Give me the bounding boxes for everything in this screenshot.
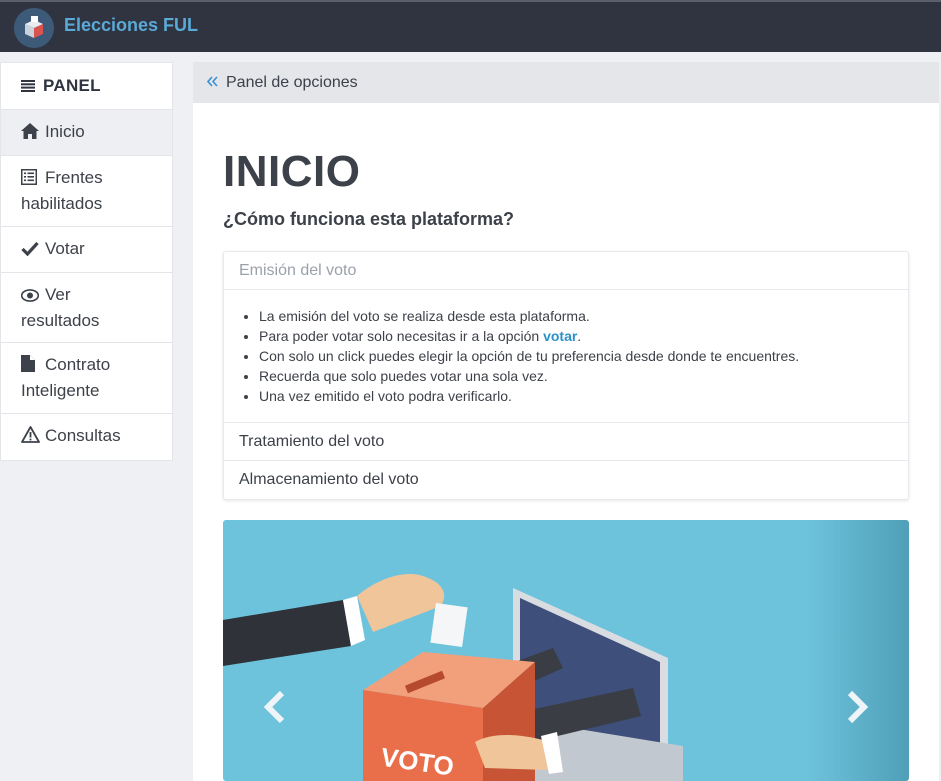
sidebar-item-votar[interactable]: Votar bbox=[1, 227, 172, 273]
list-item-text: Para poder votar solo necesitas ir a la … bbox=[259, 328, 540, 344]
chevron-left-icon[interactable] bbox=[263, 690, 287, 724]
list-item: Recuerda que solo puedes votar una sola … bbox=[259, 366, 893, 386]
image-carousel[interactable]: VOTO bbox=[223, 520, 909, 781]
page-title: INICIO bbox=[223, 147, 361, 196]
sidebar-item-ver-resultados[interactable]: Ver resultados bbox=[1, 273, 172, 343]
check-icon bbox=[21, 239, 41, 263]
carousel-prev-button[interactable] bbox=[263, 690, 287, 724]
sidebar-item-label: Inicio bbox=[45, 122, 85, 141]
list-item: Una vez emitido el voto podra verificarl… bbox=[259, 386, 893, 406]
page-subtitle: ¿Cómo funciona esta plataforma? bbox=[223, 209, 515, 229]
sidebar-item-label: Votar bbox=[45, 239, 85, 258]
accordion-header-almacenamiento[interactable]: Almacenamiento del voto bbox=[224, 461, 908, 499]
breadcrumb[interactable]: Panel de opciones bbox=[193, 62, 939, 103]
carousel-next-button[interactable] bbox=[845, 690, 869, 724]
warning-icon bbox=[21, 426, 41, 450]
faq-accordion: Emisión del voto La emisión del voto se … bbox=[223, 251, 909, 500]
sidebar-header-label: PANEL bbox=[43, 76, 101, 95]
sidebar-item-frentes[interactable]: Frentes habilitados bbox=[1, 156, 172, 227]
sidebar: PANEL Inicio Frentes habilitados Votar V… bbox=[0, 62, 173, 461]
list-alt-icon bbox=[21, 168, 41, 192]
sidebar-item-inicio[interactable]: Inicio bbox=[1, 110, 172, 156]
list-icon bbox=[21, 80, 35, 92]
accordion-header-emision[interactable]: Emisión del voto bbox=[224, 252, 908, 290]
ballot-box-logo[interactable] bbox=[14, 8, 54, 48]
brand-title[interactable]: Elecciones FUL bbox=[64, 15, 198, 36]
sidebar-item-label: Consultas bbox=[45, 426, 121, 445]
breadcrumb-label[interactable]: Panel de opciones bbox=[226, 74, 358, 92]
votar-link[interactable]: votar bbox=[543, 328, 577, 344]
list-item: Con solo un click puedes elegir la opció… bbox=[259, 346, 893, 366]
list-item: Para poder votar solo necesitas ir a la … bbox=[259, 326, 893, 346]
accordion-body-emision: La emisión del voto se realiza desde est… bbox=[224, 290, 908, 423]
top-navbar: Elecciones FUL bbox=[0, 0, 941, 52]
double-chevron-left-icon[interactable] bbox=[206, 74, 218, 91]
chevron-right-icon[interactable] bbox=[845, 690, 869, 724]
sidebar-header: PANEL bbox=[1, 63, 172, 110]
list-item: La emisión del voto se realiza desde est… bbox=[259, 306, 893, 326]
file-icon bbox=[21, 355, 41, 379]
main-content: INICIO ¿Cómo funciona esta plataforma? E… bbox=[193, 103, 939, 781]
carousel-slide-illustration: VOTO bbox=[223, 520, 909, 781]
eye-icon bbox=[20, 285, 41, 309]
sidebar-item-consultas[interactable]: Consultas bbox=[1, 414, 172, 460]
home-icon bbox=[21, 122, 41, 146]
accordion-header-tratamiento[interactable]: Tratamiento del voto bbox=[224, 423, 908, 461]
sidebar-item-contrato[interactable]: Contrato Inteligente bbox=[1, 343, 172, 414]
list-item-suffix: . bbox=[577, 328, 582, 344]
